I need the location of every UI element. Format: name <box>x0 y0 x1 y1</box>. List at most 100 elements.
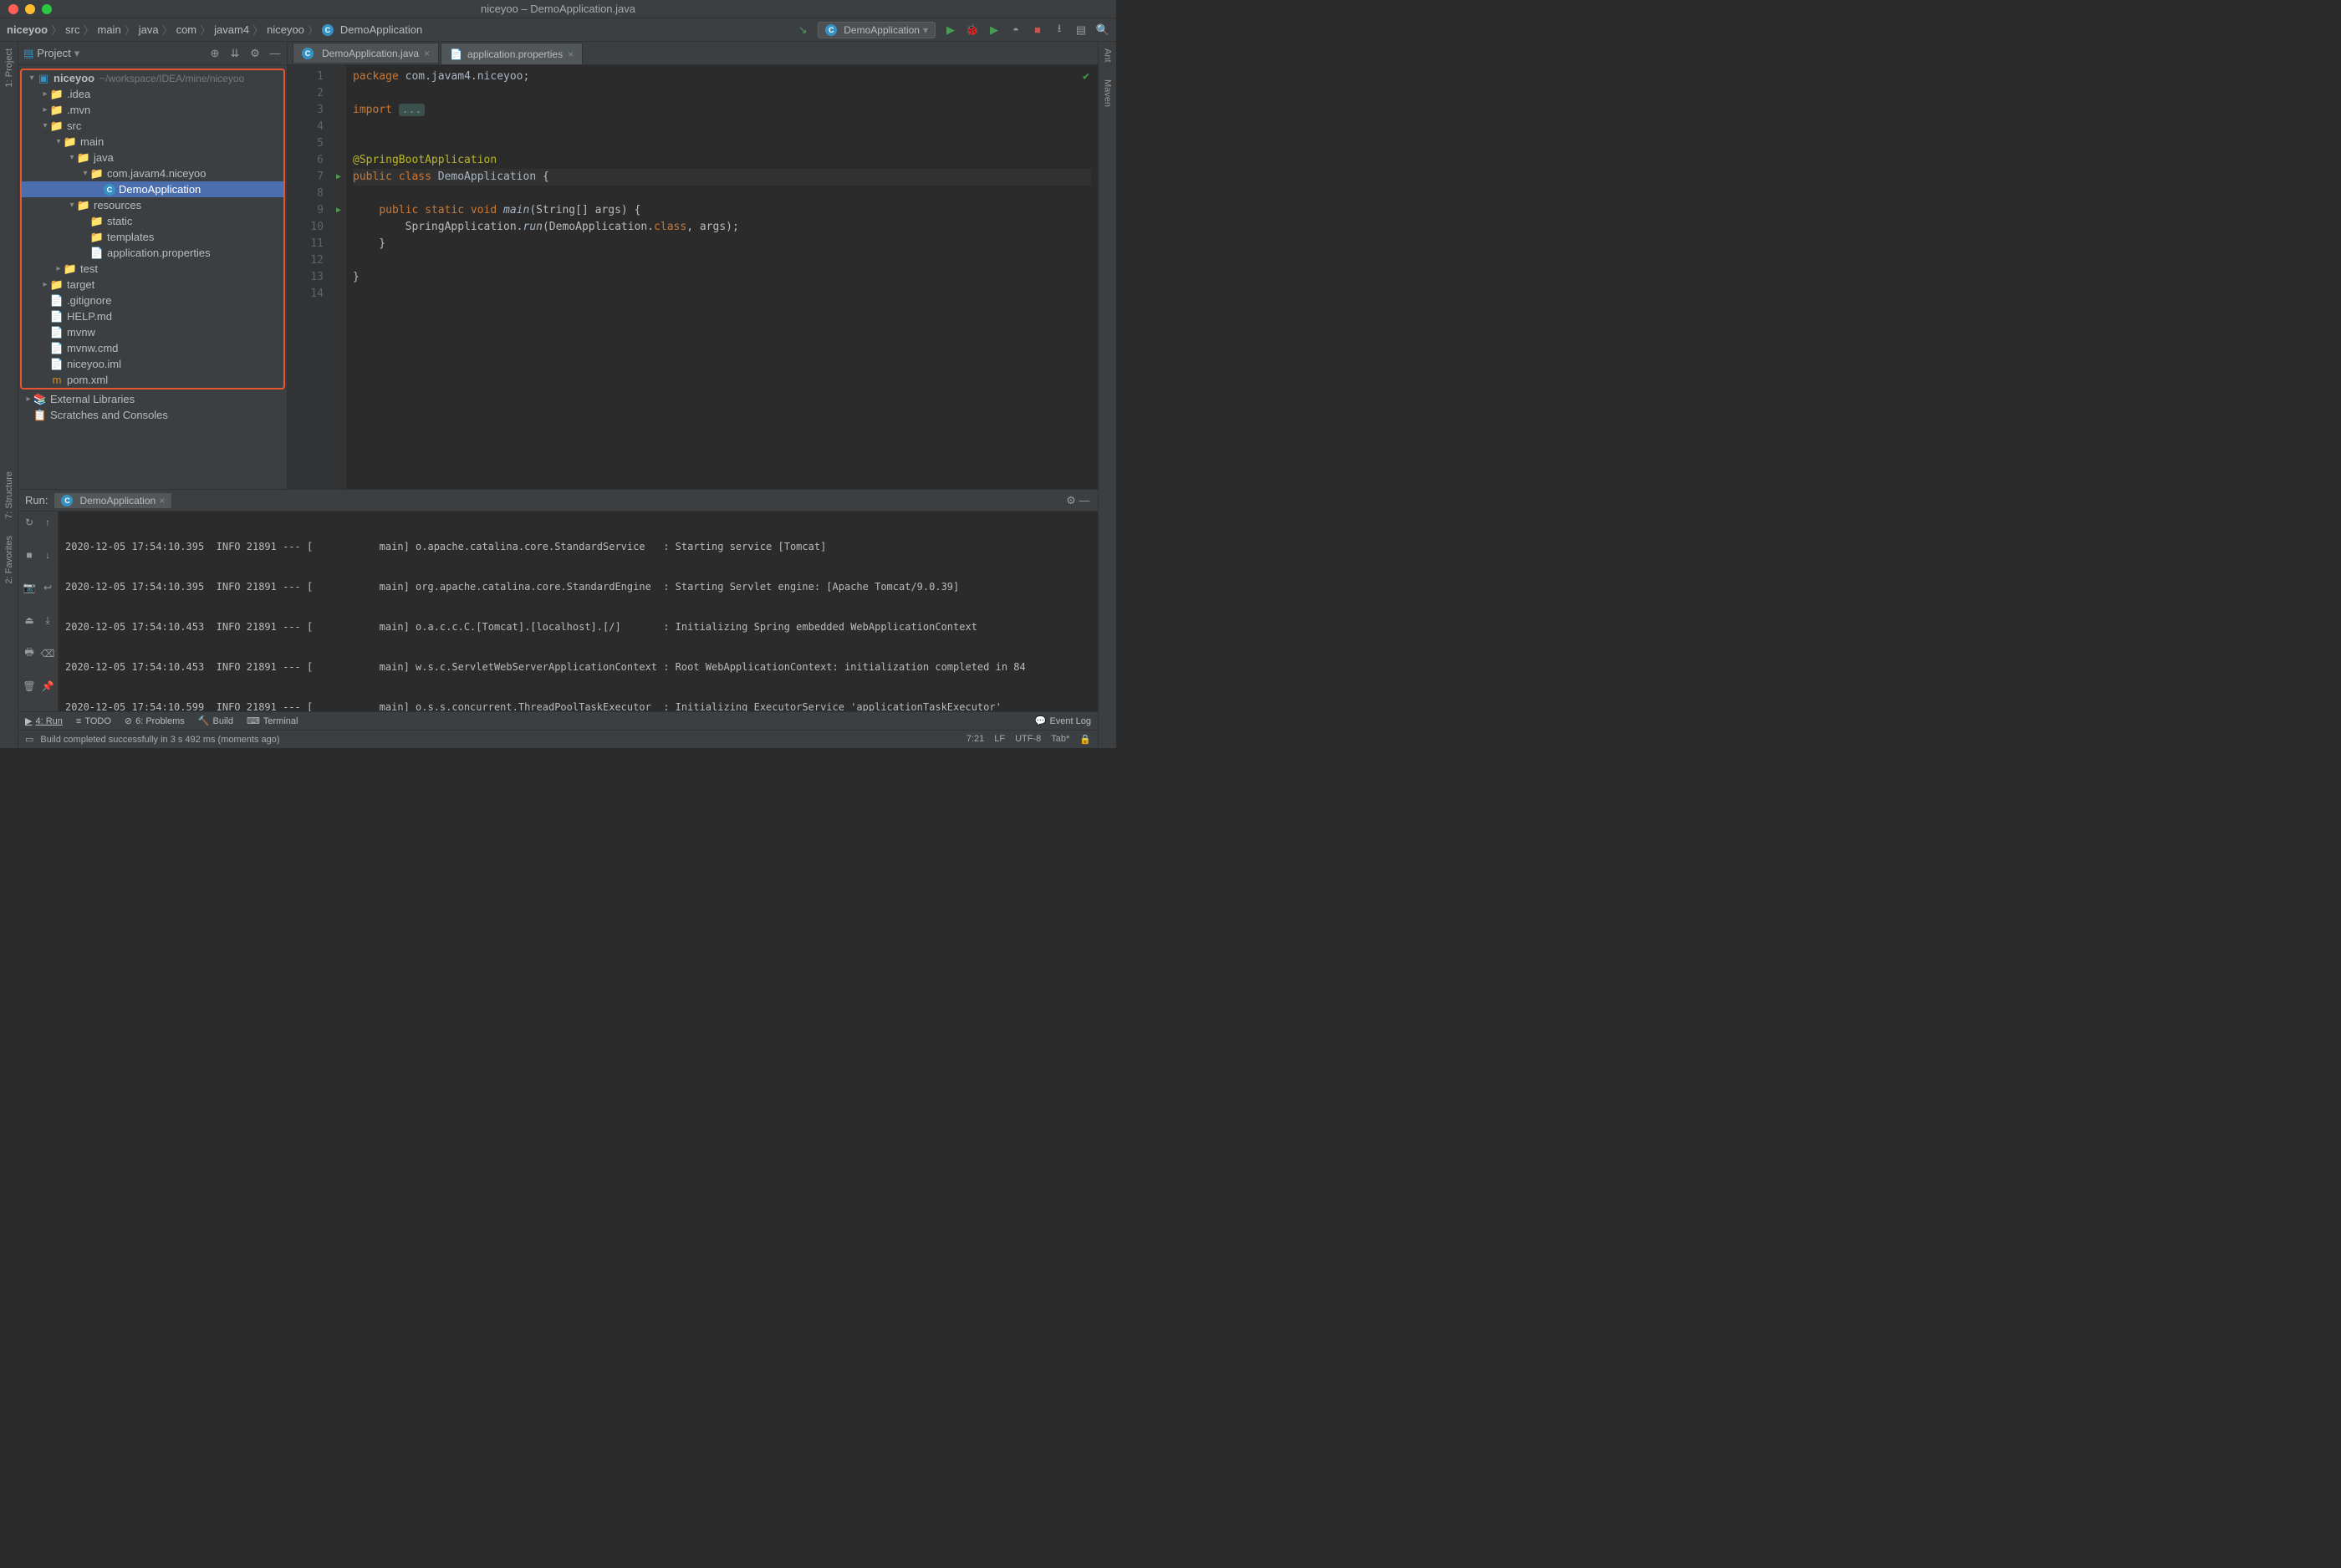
tree-item-java[interactable]: ▾📁java <box>22 150 283 165</box>
select-opened-file-icon[interactable]: ⊕ <box>208 47 222 60</box>
status-lock-icon[interactable]: 🔒 <box>1079 734 1091 745</box>
tree-item-resources[interactable]: ▾📁resources <box>22 197 283 213</box>
chevron-down-icon: ▾ <box>923 24 928 36</box>
run-icon[interactable]: ▶ <box>944 23 957 37</box>
status-show-icon[interactable]: ▭ <box>25 734 33 745</box>
crumb[interactable]: java <box>139 23 159 36</box>
maximize-window-button[interactable] <box>42 4 52 14</box>
inspection-ok-icon[interactable]: ✔ <box>1083 70 1089 83</box>
tab-build[interactable]: 🔨 Build <box>198 715 233 726</box>
crumb[interactable]: niceyoo <box>267 23 304 36</box>
crumb[interactable]: main <box>98 23 121 36</box>
crumb[interactable]: src <box>65 23 79 36</box>
project-header-title[interactable]: Project <box>37 47 70 59</box>
profile-icon[interactable]: ◓ <box>1009 23 1023 37</box>
status-indent[interactable]: Tab* <box>1051 734 1069 745</box>
close-window-button[interactable] <box>8 4 18 14</box>
editor-area: C DemoApplication.java × 📄 application.p… <box>288 42 1098 489</box>
maven-file-icon: m <box>50 374 64 387</box>
class-icon: C <box>61 495 73 507</box>
tab-problems[interactable]: ⊘ 6: Problems <box>125 715 185 726</box>
tree-item-help[interactable]: 📄HELP.md <box>22 308 283 324</box>
close-tab-icon[interactable]: × <box>159 495 165 507</box>
tab-run[interactable]: ▶ 4: Run <box>25 715 63 726</box>
up-icon[interactable]: ↑ <box>40 515 55 530</box>
editor-tab-demoapp[interactable]: C DemoApplication.java × <box>293 43 439 64</box>
collapse-all-icon[interactable]: ⇊ <box>228 47 242 60</box>
tab-maven[interactable]: Maven <box>1103 79 1113 107</box>
settings-icon[interactable]: ⚙ <box>1064 494 1078 507</box>
module-icon: ▣ <box>37 72 50 85</box>
tab-favorites[interactable]: 2: Favorites <box>4 536 14 583</box>
tree-item-pom[interactable]: mpom.xml <box>22 372 283 388</box>
tree-item-package[interactable]: ▾📁com.javam4.niceyoo <box>22 165 283 181</box>
code-editor[interactable]: 123 456 789 101112 1314 ▶ ▶ packa <box>288 65 1098 489</box>
crumb[interactable]: javam4 <box>214 23 249 36</box>
project-structure-icon[interactable]: ▤ <box>1074 23 1088 37</box>
tree-item-gitignore[interactable]: 📄.gitignore <box>22 293 283 308</box>
tree-root[interactable]: ▾▣ niceyoo ~/workspace/IDEA/mine/niceyoo <box>22 70 283 86</box>
minimize-window-button[interactable] <box>25 4 35 14</box>
run-config-selector[interactable]: C DemoApplication ▾ <box>818 22 936 38</box>
close-tab-icon[interactable]: × <box>568 48 574 60</box>
tree-item-iml[interactable]: 📄niceyoo.iml <box>22 356 283 372</box>
tree-item-mvnw[interactable]: 📄mvnw <box>22 324 283 340</box>
tree-item-test[interactable]: ▸📁test <box>22 261 283 277</box>
run-tab[interactable]: C DemoApplication × <box>54 493 171 508</box>
editor-tabs: C DemoApplication.java × 📄 application.p… <box>288 42 1098 65</box>
hide-icon[interactable]: — <box>1078 494 1091 507</box>
status-encoding[interactable]: UTF-8 <box>1015 734 1041 745</box>
crumb-root[interactable]: niceyoo <box>7 23 48 36</box>
crumb[interactable]: com <box>176 23 197 36</box>
crumb-file[interactable]: DemoApplication <box>340 23 422 36</box>
build-icon[interactable]: ↘ <box>796 23 809 37</box>
tab-event-log[interactable]: 💬 Event Log <box>1035 715 1091 726</box>
stop-icon[interactable]: ■ <box>1031 23 1044 37</box>
tree-item-src[interactable]: ▾📁src <box>22 118 283 134</box>
tab-structure[interactable]: 7: Structure <box>4 471 14 519</box>
soft-wrap-icon[interactable]: ↩ <box>40 580 55 595</box>
tree-item-target[interactable]: ▸📁target <box>22 277 283 293</box>
clear-icon[interactable]: ⌫ <box>40 646 55 661</box>
git-update-icon[interactable]: ⭳ <box>1053 23 1066 37</box>
close-tab-icon[interactable]: × <box>424 48 430 59</box>
tree-item-idea[interactable]: ▸📁.idea <box>22 86 283 102</box>
pin-icon[interactable]: 📌 <box>40 679 55 694</box>
tab-todo[interactable]: ≡ TODO <box>76 716 111 726</box>
tree-item-mvn[interactable]: ▸📁.mvn <box>22 102 283 118</box>
tree-item-main[interactable]: ▾📁main <box>22 134 283 150</box>
down-icon[interactable]: ↓ <box>40 547 55 563</box>
chevron-down-icon[interactable]: ▾ <box>74 47 80 60</box>
scroll-end-icon[interactable]: ⤓ <box>40 613 55 628</box>
tree-item-scratches[interactable]: 📋Scratches and Consoles <box>18 407 287 423</box>
debug-icon[interactable]: 🐞 <box>966 23 979 37</box>
hide-icon[interactable]: — <box>268 47 282 60</box>
tree-item-mvnwcmd[interactable]: 📄mvnw.cmd <box>22 340 283 356</box>
search-icon[interactable]: 🔍 <box>1096 23 1109 37</box>
folder-icon: 📁 <box>50 104 64 117</box>
print-icon[interactable]: 🖶 <box>22 646 37 661</box>
tree-item-appprops[interactable]: 📄application.properties <box>22 245 283 261</box>
coverage-icon[interactable]: ▶ <box>987 23 1001 37</box>
rerun-icon[interactable]: ↻ <box>22 515 37 530</box>
stop-icon[interactable]: ■ <box>22 547 37 563</box>
console-output[interactable]: 2020-12-05 17:54:10.395 INFO 21891 --- [… <box>59 512 1098 711</box>
tree-item-demoapp[interactable]: CDemoApplication <box>22 181 283 197</box>
tab-terminal[interactable]: ⌨ Terminal <box>247 715 298 726</box>
exit-icon[interactable]: ⏏ <box>22 613 37 628</box>
folder-icon: 📁 <box>64 262 77 276</box>
fold-region[interactable]: ... <box>399 104 425 116</box>
tab-project[interactable]: 1: Project <box>4 48 14 87</box>
tree-item-templates[interactable]: 📁templates <box>22 229 283 245</box>
settings-icon[interactable]: ⚙ <box>248 47 262 60</box>
dump-icon[interactable]: 📷 <box>22 580 37 595</box>
status-caret-pos[interactable]: 7:21 <box>966 734 984 745</box>
editor-tab-appprops[interactable]: 📄 application.properties × <box>441 43 583 64</box>
tree-item-static[interactable]: 📁static <box>22 213 283 229</box>
status-line-ending[interactable]: LF <box>994 734 1005 745</box>
tab-ant[interactable]: Ant <box>1103 48 1113 63</box>
run-line-marker-icon[interactable]: ▶ <box>331 169 346 186</box>
tree-item-extlib[interactable]: ▸📚External Libraries <box>18 391 287 407</box>
delete-icon[interactable]: 🗑 <box>22 679 37 694</box>
run-line-marker-icon[interactable]: ▶ <box>331 202 346 219</box>
